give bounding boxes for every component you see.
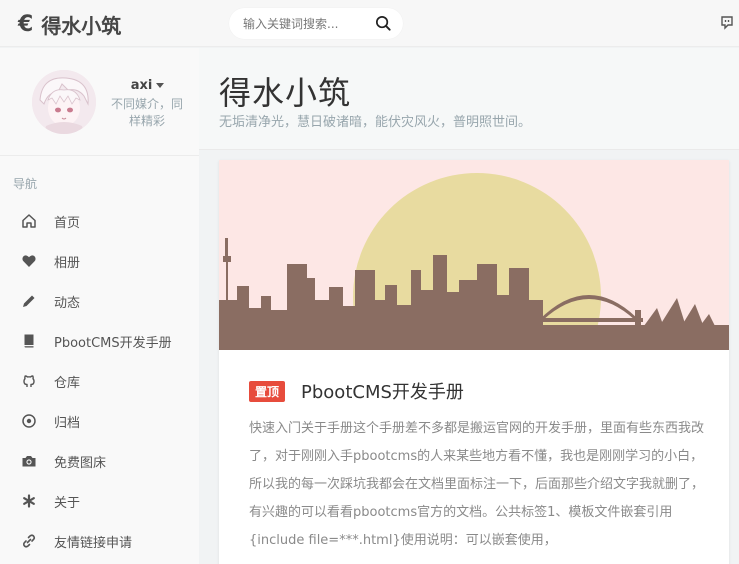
nav-item-repo[interactable]: 仓库 [0, 361, 199, 401]
post-excerpt: 快速入门关于手册这个手册差不多都是搬运官网的开发手册，里面有些东西我改了，对于刚… [249, 421, 705, 548]
post-header: 置顶 PbootCMS开发手册 [249, 378, 464, 404]
nav-item-label: 动态 [54, 295, 81, 311]
nav-item-image-hosting[interactable]: 免费图床 [0, 441, 199, 481]
book-icon [21, 333, 37, 349]
nav-item-label: PbootCMS开发手册 [54, 335, 172, 351]
sidebar: axi 不同媒介，同样精彩 导航 首页 相册 动态 PbootCMS开发手册 仓… [0, 48, 199, 564]
brand-symbol: € [18, 12, 34, 37]
nav-item-friend-links[interactable]: 友情链接申请 [0, 521, 199, 561]
nav-item-label: 友情链接申请 [54, 535, 133, 551]
profile-card: axi 不同媒介，同样精彩 [0, 48, 199, 156]
search-icon[interactable] [374, 14, 393, 33]
pencil-icon [21, 293, 37, 309]
main-header: 得水小筑 无垢清净光，慧日破诸暗，能伏灾风火，普明照世间。 [199, 48, 739, 150]
nav-item-label: 免费图床 [54, 455, 107, 471]
page-title: 得水小筑 [219, 74, 352, 112]
chevron-down-icon [156, 83, 165, 88]
brand-logo[interactable]: € 得水小筑 [18, 10, 121, 39]
nav-item-label: 归档 [54, 415, 81, 431]
page-subtitle: 无垢清净光，慧日破诸暗，能伏灾风火，普明照世间。 [219, 115, 532, 130]
post-card[interactable]: 置顶 PbootCMS开发手册 快速入门关于手册这个手册差不多都是搬运官网的开发… [219, 160, 729, 564]
nav-list: 首页 相册 动态 PbootCMS开发手册 仓库 归档 免费图床 关于 友情链接… [0, 201, 199, 561]
nav-item-album[interactable]: 相册 [0, 241, 199, 281]
nav-item-manual[interactable]: PbootCMS开发手册 [0, 321, 199, 361]
chat-icon[interactable] [720, 16, 734, 30]
post-banner[interactable] [219, 160, 729, 350]
nav-item-archive[interactable]: 归档 [0, 401, 199, 441]
asterisk-icon [21, 493, 37, 509]
search-box [229, 8, 403, 39]
post-title[interactable]: PbootCMS开发手册 [301, 378, 464, 404]
target-icon [21, 413, 37, 429]
avatar-image [32, 70, 96, 134]
avatar[interactable] [32, 70, 96, 134]
user-motto: 不同媒介，同样精彩 [110, 97, 183, 128]
banner-illustration [219, 160, 729, 350]
heart-icon [21, 253, 37, 269]
github-icon [21, 373, 37, 389]
brand-name: 得水小筑 [41, 14, 122, 38]
nav-heading: 导航 [13, 177, 38, 191]
user-name-text: axi [130, 78, 153, 93]
nav-item-home[interactable]: 首页 [0, 201, 199, 241]
nav-item-label: 相册 [54, 255, 81, 271]
search-input[interactable] [243, 15, 368, 33]
nav-item-moments[interactable]: 动态 [0, 281, 199, 321]
home-icon [21, 213, 37, 229]
camera-icon [21, 453, 37, 469]
nav-item-label: 首页 [54, 215, 81, 231]
nav-item-label: 仓库 [54, 375, 81, 391]
nav-item-label: 关于 [54, 495, 81, 511]
nav-item-about[interactable]: 关于 [0, 481, 199, 521]
user-name[interactable]: axi [110, 78, 185, 93]
top-header: € 得水小筑 [0, 0, 739, 47]
pinned-badge: 置顶 [249, 380, 286, 402]
link-icon [21, 533, 37, 549]
